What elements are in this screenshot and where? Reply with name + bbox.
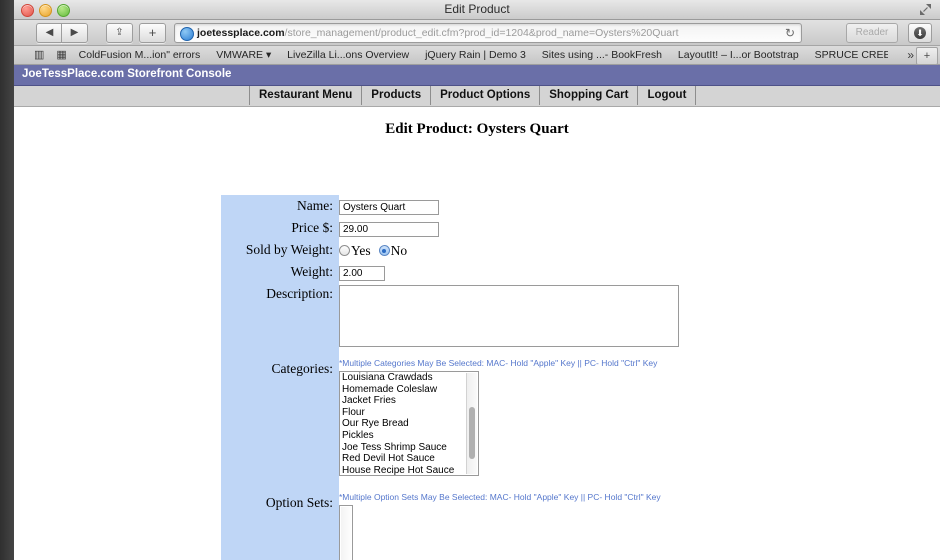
radio-sold-by-weight-no[interactable] <box>378 245 390 256</box>
label-price: Price $: <box>221 217 339 239</box>
list-item[interactable]: Homemade Coleslaw <box>340 384 478 396</box>
downloads-button[interactable]: ⬇ <box>908 23 932 43</box>
label-weight: Weight: <box>221 261 339 283</box>
page-title: Edit Product: Oysters Quart <box>385 121 569 137</box>
label-sold-by-weight: Sold by Weight: <box>221 239 339 261</box>
field-sold-by-weight: Yes No <box>339 239 415 260</box>
name-input[interactable] <box>339 200 439 215</box>
form-row-description: Description: <box>221 283 921 355</box>
list-item[interactable]: House Recipe Hot Sauce <box>340 465 478 475</box>
sidebar-book-icon[interactable]: ▥ <box>34 46 44 64</box>
form-row-price: Price $: <box>221 217 921 239</box>
list-item[interactable]: Louisiana Crawdads <box>340 372 478 384</box>
url-path: /store_management/product_edit.cfm?prod_… <box>284 27 679 39</box>
field-option-sets: *Multiple Option Sets May Be Selected: M… <box>339 489 661 560</box>
address-bar[interactable]: joetessplace.com/store_management/produc… <box>174 23 802 43</box>
field-description <box>339 283 679 352</box>
list-item[interactable]: Pickles <box>340 430 478 442</box>
url-host: joetessplace.com <box>197 27 285 39</box>
reload-icon[interactable]: ↻ <box>785 26 795 40</box>
form-row-sold-by-weight: Sold by Weight: Yes No <box>221 239 921 261</box>
radio-label-no: No <box>390 242 408 258</box>
option-sets-hint: *Multiple Option Sets May Be Selected: M… <box>339 492 661 502</box>
label-description: Description: <box>221 283 339 355</box>
field-price <box>339 217 439 237</box>
top-sites-grid-icon[interactable]: ▦ <box>56 46 66 64</box>
browser-window: Edit Product ◀ ▶ ⇪ + joetessplace.com/st… <box>14 0 940 560</box>
list-item[interactable]: Joe Tess Shrimp Sauce <box>340 442 478 454</box>
nav-tab-shopping-cart[interactable]: Shopping Cart <box>539 86 639 105</box>
radio-label-yes: Yes <box>351 242 371 258</box>
forward-button[interactable]: ▶ <box>61 23 88 43</box>
browser-toolbar: ◀ ▶ ⇪ + joetessplace.com/store_managemen… <box>14 20 940 46</box>
console-title: JoeTessPlace.com Storefront Console <box>22 68 232 80</box>
nav-tab-restaurant-menu[interactable]: Restaurant Menu <box>249 86 363 105</box>
categories-hint: *Multiple Categories May Be Selected: MA… <box>339 358 658 368</box>
description-textarea[interactable] <box>339 285 679 347</box>
url-text: joetessplace.com/store_management/produc… <box>197 26 679 40</box>
nav-tab-logout[interactable]: Logout <box>637 86 697 105</box>
categories-list: Louisiana Crawdads Homemade Coleslaw Jac… <box>340 372 478 475</box>
form-row-categories: Categories: *Multiple Categories May Be … <box>221 355 921 489</box>
list-item[interactable]: Red Devil Hot Sauce <box>340 453 478 465</box>
label-categories: Categories: <box>221 355 339 489</box>
field-categories: *Multiple Categories May Be Selected: MA… <box>339 355 657 476</box>
list-item[interactable]: Our Rye Bread <box>340 418 478 430</box>
bookmark-item-vmware[interactable]: VMWARE ▾ <box>216 46 271 64</box>
share-icon[interactable]: ⇪ <box>106 23 133 43</box>
label-name: Name: <box>221 195 339 217</box>
nav-tab-product-options[interactable]: Product Options <box>430 86 541 105</box>
nav-tab-products[interactable]: Products <box>361 86 432 105</box>
bookmark-item-jquery-rain[interactable]: jQuery Rain | Demo 3 <box>425 46 526 64</box>
option-sets-listbox[interactable] <box>339 505 353 560</box>
option-sets-scrollbar[interactable] <box>341 507 351 560</box>
storefront-console-header: JoeTessPlace.com Storefront Console <box>14 65 940 86</box>
window-title-bar: Edit Product <box>14 0 940 20</box>
site-navigation-bar: Restaurant Menu Products Product Options… <box>14 86 940 107</box>
web-page-content: JoeTessPlace.com Storefront Console Rest… <box>14 65 940 560</box>
fullscreen-arrows-icon[interactable] <box>919 3 932 16</box>
reader-button[interactable]: Reader <box>846 23 898 43</box>
bookmarks-overflow-icon[interactable]: » <box>907 46 914 64</box>
categories-listbox[interactable]: Louisiana Crawdads Homemade Coleslaw Jac… <box>339 371 479 476</box>
bookmarks-list: ▥ ▦ ColdFusion M...ion" errors VMWARE ▾ … <box>34 46 888 64</box>
price-input[interactable] <box>339 222 439 237</box>
radio-sold-by-weight-yes[interactable] <box>339 245 350 256</box>
categories-scrollbar-thumb[interactable] <box>469 407 475 459</box>
edit-product-form: Name: Price $: Sold by Weight: Yes <box>221 195 921 560</box>
label-option-sets: Option Sets: <box>221 489 339 560</box>
bookmark-item-spruce-creek-hiking[interactable]: SPRUCE CREEK HIKING <box>815 46 888 64</box>
list-item[interactable]: Jacket Fries <box>340 395 478 407</box>
bookmarks-bar: ▥ ▦ ColdFusion M...ion" errors VMWARE ▾ … <box>14 46 940 65</box>
bookmark-item-layoutit[interactable]: LayoutIt! – I...or Bootstrap <box>678 46 799 64</box>
form-row-weight: Weight: <box>221 261 921 283</box>
bookmark-item-livezilla[interactable]: LiveZilla Li...ons Overview <box>287 46 409 64</box>
nav-tab-group: Restaurant Menu Products Product Options… <box>249 86 697 105</box>
back-button[interactable]: ◀ <box>36 23 62 43</box>
window-title: Edit Product <box>444 2 510 16</box>
bookmark-item-coldfusion[interactable]: ColdFusion M...ion" errors <box>79 46 201 64</box>
site-favicon-icon <box>180 27 194 41</box>
weight-input[interactable] <box>339 266 385 281</box>
add-bookmark-button[interactable]: + <box>139 23 166 43</box>
field-weight <box>339 261 385 281</box>
categories-scrollbar[interactable] <box>466 373 477 474</box>
bookmark-item-bookfresh[interactable]: Sites using ...- BookFresh <box>542 46 662 64</box>
form-row-option-sets: Option Sets: *Multiple Option Sets May B… <box>221 489 921 560</box>
form-row-name: Name: <box>221 195 921 217</box>
field-name <box>339 195 439 215</box>
download-icon: ⬇ <box>914 27 926 39</box>
new-tab-button[interactable]: + <box>916 47 938 65</box>
list-item[interactable]: Flour <box>340 407 478 419</box>
